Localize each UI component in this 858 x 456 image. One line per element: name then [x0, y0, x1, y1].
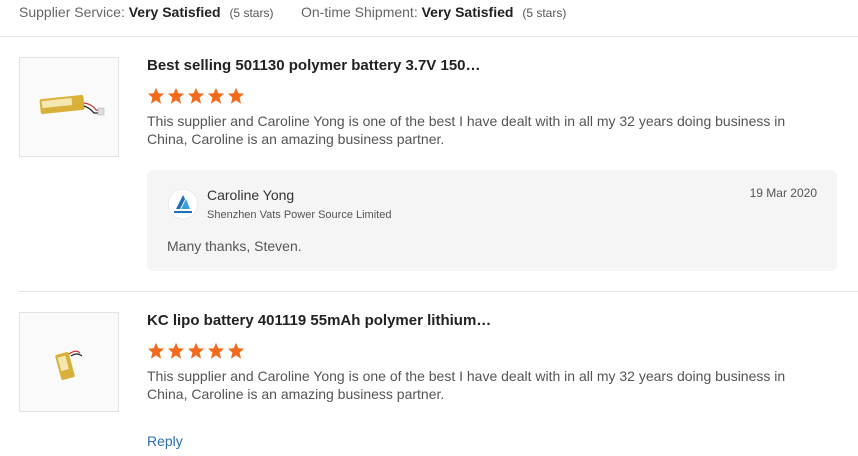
product-title[interactable]: KC lipo battery 401119 55mAh polymer lit… — [147, 312, 838, 330]
ontime-shipment-stars-note: (5 stars) — [522, 6, 567, 20]
review-text: This supplier and Caroline Yong is one o… — [147, 113, 786, 147]
review-text: This supplier and Caroline Yong is one o… — [147, 368, 786, 402]
supplier-service-rating: Supplier Service: Very Satisfied (5 star… — [19, 4, 273, 20]
battery-product-image — [55, 350, 83, 380]
ontime-shipment-value: Very Satisfied — [421, 4, 514, 20]
battery-product-image — [39, 94, 105, 116]
reply-text: Many thanks, Steven. — [167, 238, 302, 254]
product-thumbnail[interactable] — [19, 312, 119, 412]
star-icon — [147, 342, 165, 359]
reply-link[interactable]: Reply — [147, 433, 183, 449]
product-title[interactable]: Best selling 501130 polymer battery 3.7V… — [147, 57, 838, 75]
ontime-shipment-rating: On-time Shipment: Very Satisfied (5 star… — [301, 4, 566, 20]
ontime-shipment-label: On-time Shipment: — [301, 4, 418, 20]
star-icon — [167, 87, 185, 104]
supplier-service-label: Supplier Service: — [19, 4, 125, 20]
star-icon — [187, 87, 205, 104]
star-rating — [147, 342, 838, 360]
star-rating — [147, 87, 838, 105]
star-icon — [187, 342, 205, 359]
review-divider — [19, 291, 858, 292]
seller-company: Shenzhen Vats Power Source Limited — [207, 209, 392, 221]
supplier-reply: Caroline Yong Shenzhen Vats Power Source… — [147, 170, 837, 271]
star-icon — [207, 342, 225, 359]
reply-date: 19 Mar 2020 — [749, 186, 817, 200]
star-icon — [147, 87, 165, 104]
supplier-service-value: Very Satisfied — [128, 4, 221, 20]
star-icon — [227, 342, 245, 359]
star-icon — [207, 87, 225, 104]
seller-name: Caroline Yong — [207, 187, 295, 203]
rating-summary-bar: Supplier Service: Very Satisfied (5 star… — [0, 0, 858, 37]
supplier-service-stars-note: (5 stars) — [229, 6, 274, 20]
company-logo-icon — [167, 188, 199, 220]
star-icon — [167, 342, 185, 359]
star-icon — [227, 87, 245, 104]
product-thumbnail[interactable] — [19, 57, 119, 157]
